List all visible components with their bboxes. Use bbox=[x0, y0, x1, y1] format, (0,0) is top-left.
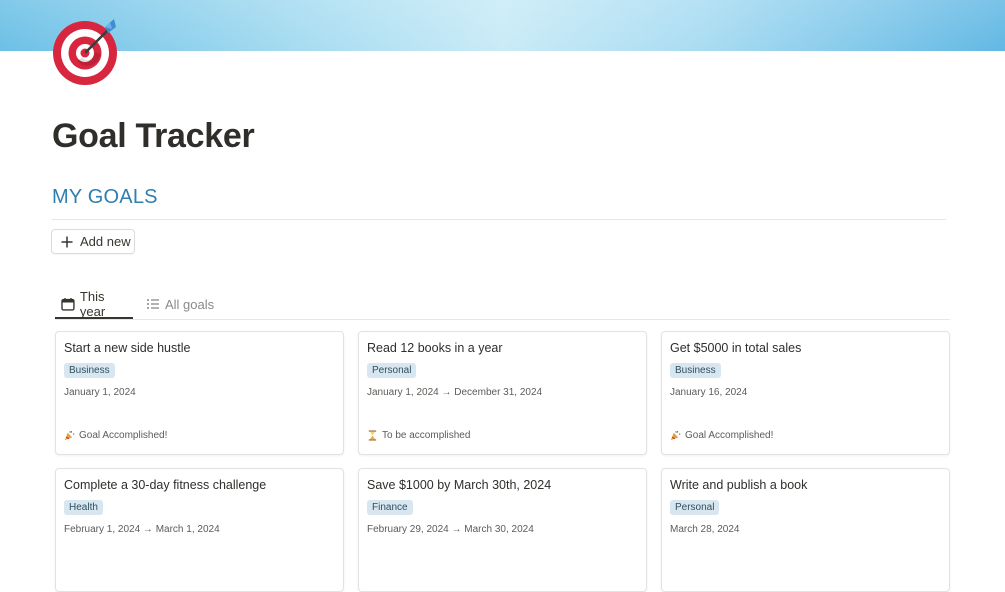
goal-card[interactable]: Write and publish a book Personal March … bbox=[661, 468, 950, 592]
goal-title: Save $1000 by March 30th, 2024 bbox=[367, 478, 552, 492]
goal-tag: Business bbox=[670, 363, 721, 378]
add-new-button[interactable]: Add new bbox=[51, 229, 135, 254]
tab-this-year-label: This year bbox=[79, 288, 106, 319]
goal-date: January 16, 2024 bbox=[670, 387, 748, 398]
goal-tag: Finance bbox=[367, 500, 413, 515]
goal-tag: Health bbox=[64, 500, 103, 515]
page-title: Goal Tracker bbox=[52, 117, 255, 155]
goal-card[interactable]: Complete a 30-day fitness challenge Heal… bbox=[55, 468, 344, 592]
hourglass-icon bbox=[368, 430, 377, 441]
goal-card[interactable]: Save $1000 by March 30th, 2024 Finance F… bbox=[358, 468, 647, 592]
section-divider bbox=[52, 219, 946, 220]
goal-tag: Personal bbox=[367, 363, 417, 378]
goal-title: Start a new side hustle bbox=[64, 341, 191, 355]
add-new-label: Add new bbox=[80, 234, 131, 249]
goal-date: February 29, 2024 → March 30, 2024 bbox=[367, 524, 534, 535]
goal-title: Write and publish a book bbox=[670, 478, 808, 492]
goal-date: January 1, 2024 bbox=[64, 387, 136, 398]
goal-title: Get $5000 in total sales bbox=[670, 341, 802, 355]
goal-status: To be accomplished bbox=[367, 430, 470, 441]
goal-card[interactable]: Get $5000 in total sales Business Januar… bbox=[661, 331, 950, 455]
page-cover bbox=[0, 0, 1005, 51]
goal-date: February 1, 2024 → March 1, 2024 bbox=[64, 524, 220, 535]
target-dart-icon[interactable] bbox=[50, 13, 122, 85]
goal-tag: Business bbox=[64, 363, 115, 378]
goal-status-label: Goal Accomplished! bbox=[685, 430, 774, 441]
goal-tag: Personal bbox=[670, 500, 720, 515]
goal-card[interactable]: Start a new side hustle Business January… bbox=[55, 331, 344, 455]
goal-status: Goal Accomplished! bbox=[64, 430, 167, 441]
party-popper-icon bbox=[64, 431, 75, 441]
plus-icon bbox=[61, 236, 73, 247]
goal-title: Complete a 30-day fitness challenge bbox=[64, 478, 267, 492]
goal-date: January 1, 2024 → December 31, 2024 bbox=[367, 387, 543, 398]
section-heading: MY GOALS bbox=[52, 186, 158, 208]
goal-date: March 28, 2024 bbox=[670, 524, 740, 535]
goal-status-label: Goal Accomplished! bbox=[79, 430, 168, 441]
party-popper-icon bbox=[670, 431, 681, 441]
calendar-icon bbox=[61, 297, 75, 311]
goal-card[interactable]: Read 12 books in a year Personal January… bbox=[358, 331, 647, 455]
tab-all-goals[interactable]: All goals bbox=[140, 290, 214, 318]
view-tabs: This year All goals bbox=[55, 288, 950, 320]
list-icon bbox=[147, 299, 159, 309]
tab-all-goals-label: All goals bbox=[165, 296, 215, 312]
goal-title: Read 12 books in a year bbox=[367, 341, 503, 355]
tab-this-year[interactable]: This year bbox=[55, 288, 133, 319]
goal-status-label: To be accomplished bbox=[382, 430, 471, 441]
goal-status: Goal Accomplished! bbox=[670, 430, 773, 441]
